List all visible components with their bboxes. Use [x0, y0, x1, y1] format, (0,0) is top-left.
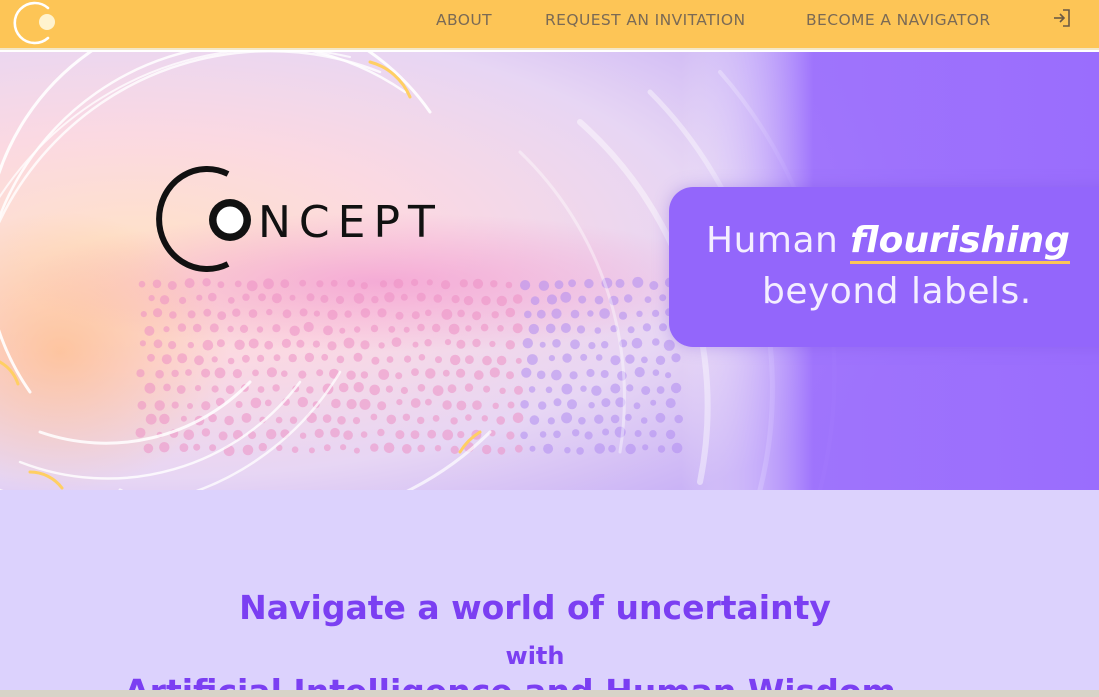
concept-logo-icon[interactable]	[8, 0, 60, 46]
tagline-card: Human flourishing beyond labels.	[669, 187, 1099, 347]
tagline-word-human: Human	[706, 220, 839, 261]
tagline-line-1: Human flourishing	[706, 220, 1070, 264]
tagline-line-2: beyond labels.	[762, 271, 1032, 312]
top-navbar: ABOUT REQUEST AN INVITATION BECOME A NAV…	[0, 0, 1099, 50]
login-arrow-icon[interactable]	[1052, 8, 1072, 28]
brand-name-text: NCEPT	[258, 197, 443, 248]
page: ABOUT REQUEST AN INVITATION BECOME A NAV…	[0, 0, 1099, 697]
concept-wordmark: NCEPT	[156, 166, 443, 272]
nav-link-about[interactable]: ABOUT	[436, 11, 492, 29]
bottom-edge-strip	[0, 690, 1099, 697]
intro-section: Navigate a world of uncertainty with Art…	[0, 490, 1099, 697]
hero-banner: NCEPT Human flourishing beyond labels.	[0, 52, 1099, 490]
intro-connector: with	[505, 642, 565, 670]
nav-link-request-invitation[interactable]: REQUEST AN INVITATION	[545, 11, 746, 29]
intro-heading: Navigate a world of uncertainty	[239, 588, 831, 627]
nav-link-become-navigator[interactable]: BECOME A NAVIGATOR	[806, 11, 991, 29]
tagline-highlight-flourishing: flourishing	[850, 220, 1070, 264]
